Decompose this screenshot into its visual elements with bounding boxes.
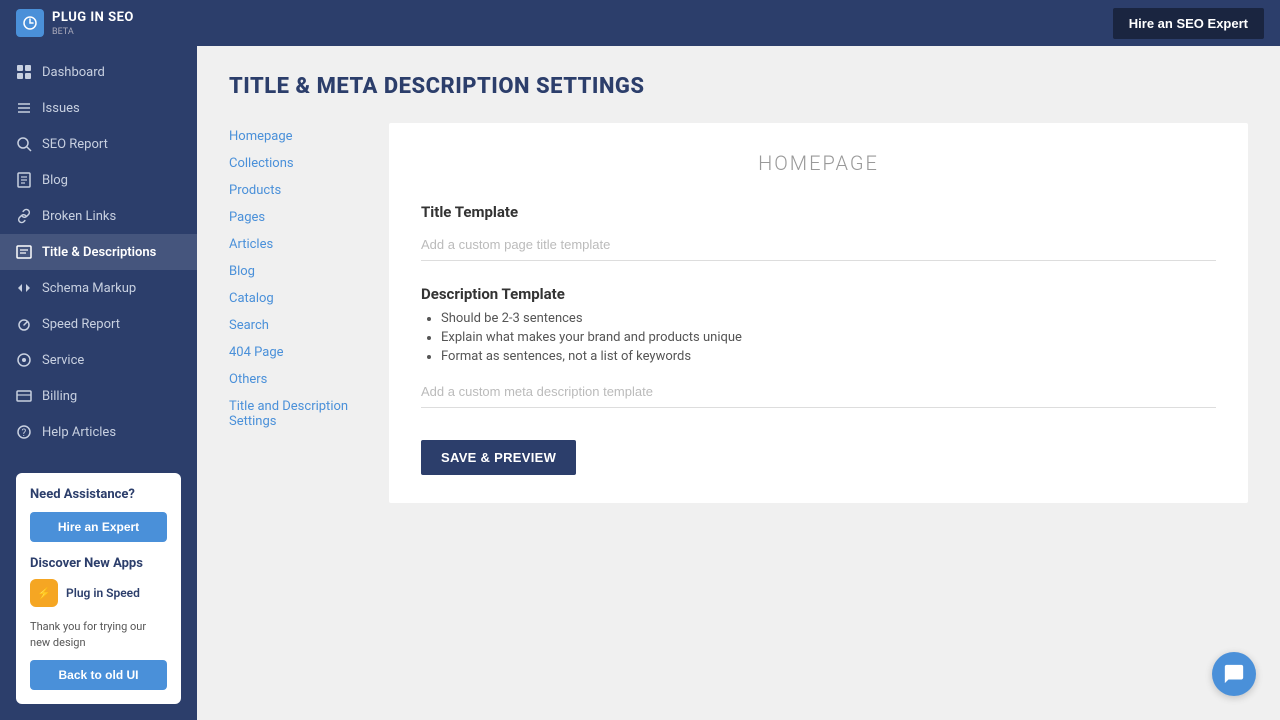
back-to-old-button[interactable]: Back to old UI (30, 660, 167, 690)
sidebar-item-schema-markup[interactable]: Schema Markup (0, 270, 197, 306)
title-template-label: Title Template (421, 203, 1216, 221)
assistance-card: Need Assistance? Hire an Expert Discover… (16, 473, 181, 704)
sidebar-item-speed-report[interactable]: Speed Report (0, 306, 197, 342)
title-icon (16, 244, 32, 260)
sidebar-bottom: Need Assistance? Hire an Expert Discover… (0, 457, 197, 720)
blog-icon (16, 172, 32, 188)
main-panel: HOMEPAGE Title Template Description Temp… (389, 123, 1248, 503)
description-hint-3: Format as sentences, not a list of keywo… (441, 349, 1216, 364)
description-template-input[interactable] (421, 376, 1216, 408)
sidebar-label-billing: Billing (42, 389, 77, 404)
broken-links-icon (16, 208, 32, 224)
page-title: TITLE & META DESCRIPTION SETTINGS (229, 74, 1248, 99)
dashboard-icon (16, 64, 32, 80)
sidebar-label-service: Service (42, 353, 84, 368)
sidebar-item-help-articles[interactable]: ? Help Articles (0, 414, 197, 450)
logo: PLUG IN SEO BETA (16, 9, 134, 37)
content-inner: Homepage Collections Products Pages Arti… (229, 123, 1248, 503)
schema-icon (16, 280, 32, 296)
sidebar-item-issues[interactable]: Issues (0, 90, 197, 126)
left-nav-catalog[interactable]: Catalog (229, 285, 381, 312)
logo-text: PLUG IN SEO (52, 10, 134, 25)
left-nav-blog[interactable]: Blog (229, 258, 381, 285)
left-nav-404-page[interactable]: 404 Page (229, 339, 381, 366)
description-template-label: Description Template (421, 285, 1216, 303)
description-hints: Should be 2-3 sentences Explain what mak… (421, 311, 1216, 364)
hire-expert-header-button[interactable]: Hire an SEO Expert (1113, 8, 1264, 39)
left-nav-title-description-settings[interactable]: Title and Description Settings (229, 393, 381, 435)
plug-speed-text: Plug in Speed (66, 586, 140, 600)
sidebar-label-title-descriptions: Title & Descriptions (42, 245, 156, 260)
plug-speed-icon: ⚡ (30, 579, 58, 607)
sidebar-item-broken-links[interactable]: Broken Links (0, 198, 197, 234)
sidebar-label-schema-markup: Schema Markup (42, 281, 136, 296)
sidebar-item-title-descriptions[interactable]: Title & Descriptions (0, 234, 197, 270)
sidebar-item-seo-report[interactable]: SEO Report (0, 126, 197, 162)
svg-text:?: ? (22, 428, 27, 439)
header: PLUG IN SEO BETA Hire an SEO Expert (0, 0, 1280, 46)
title-template-input[interactable] (421, 229, 1216, 261)
sidebar-label-speed-report: Speed Report (42, 317, 120, 332)
assistance-title: Need Assistance? (30, 487, 167, 502)
hire-expert-sidebar-button[interactable]: Hire an Expert (30, 512, 167, 542)
sidebar-label-dashboard: Dashboard (42, 65, 105, 80)
left-nav-others[interactable]: Others (229, 366, 381, 393)
sidebar-item-blog[interactable]: Blog (0, 162, 197, 198)
sidebar-label-seo-report: SEO Report (42, 137, 108, 152)
sidebar-label-broken-links: Broken Links (42, 209, 116, 224)
main-layout: Dashboard Issues SEO Report Blog Broken … (0, 46, 1280, 720)
save-preview-button[interactable]: SAVE & PREVIEW (421, 440, 576, 475)
sidebar: Dashboard Issues SEO Report Blog Broken … (0, 46, 197, 720)
chat-bubble[interactable] (1212, 652, 1256, 696)
seo-report-icon (16, 136, 32, 152)
speed-icon (16, 316, 32, 332)
discover-title: Discover New Apps (30, 556, 167, 571)
sidebar-item-service[interactable]: Service (0, 342, 197, 378)
description-hint-1: Should be 2-3 sentences (441, 311, 1216, 326)
sidebar-item-billing[interactable]: Billing (0, 378, 197, 414)
billing-icon (16, 388, 32, 404)
help-icon: ? (16, 424, 32, 440)
left-nav: Homepage Collections Products Pages Arti… (229, 123, 389, 503)
sidebar-label-help-articles: Help Articles (42, 425, 116, 440)
left-nav-search[interactable]: Search (229, 312, 381, 339)
content-area: TITLE & META DESCRIPTION SETTINGS Homepa… (197, 46, 1280, 720)
left-nav-pages[interactable]: Pages (229, 204, 381, 231)
issues-icon (16, 100, 32, 116)
service-icon (16, 352, 32, 368)
title-template-group: Title Template (421, 203, 1216, 261)
logo-icon (16, 9, 44, 37)
plug-in-speed-row: ⚡ Plug in Speed (30, 579, 167, 607)
logo-beta: BETA (52, 27, 134, 37)
description-hint-2: Explain what makes your brand and produc… (441, 330, 1216, 345)
left-nav-articles[interactable]: Articles (229, 231, 381, 258)
left-nav-collections[interactable]: Collections (229, 150, 381, 177)
thank-you-text: Thank you for trying our new design (30, 619, 167, 650)
sidebar-label-issues: Issues (42, 101, 80, 116)
sidebar-item-dashboard[interactable]: Dashboard (0, 54, 197, 90)
left-nav-products[interactable]: Products (229, 177, 381, 204)
left-nav-homepage[interactable]: Homepage (229, 123, 381, 150)
sidebar-label-blog: Blog (42, 173, 68, 188)
description-template-group: Description Template Should be 2-3 sente… (421, 285, 1216, 408)
panel-section-title: HOMEPAGE (421, 151, 1216, 175)
